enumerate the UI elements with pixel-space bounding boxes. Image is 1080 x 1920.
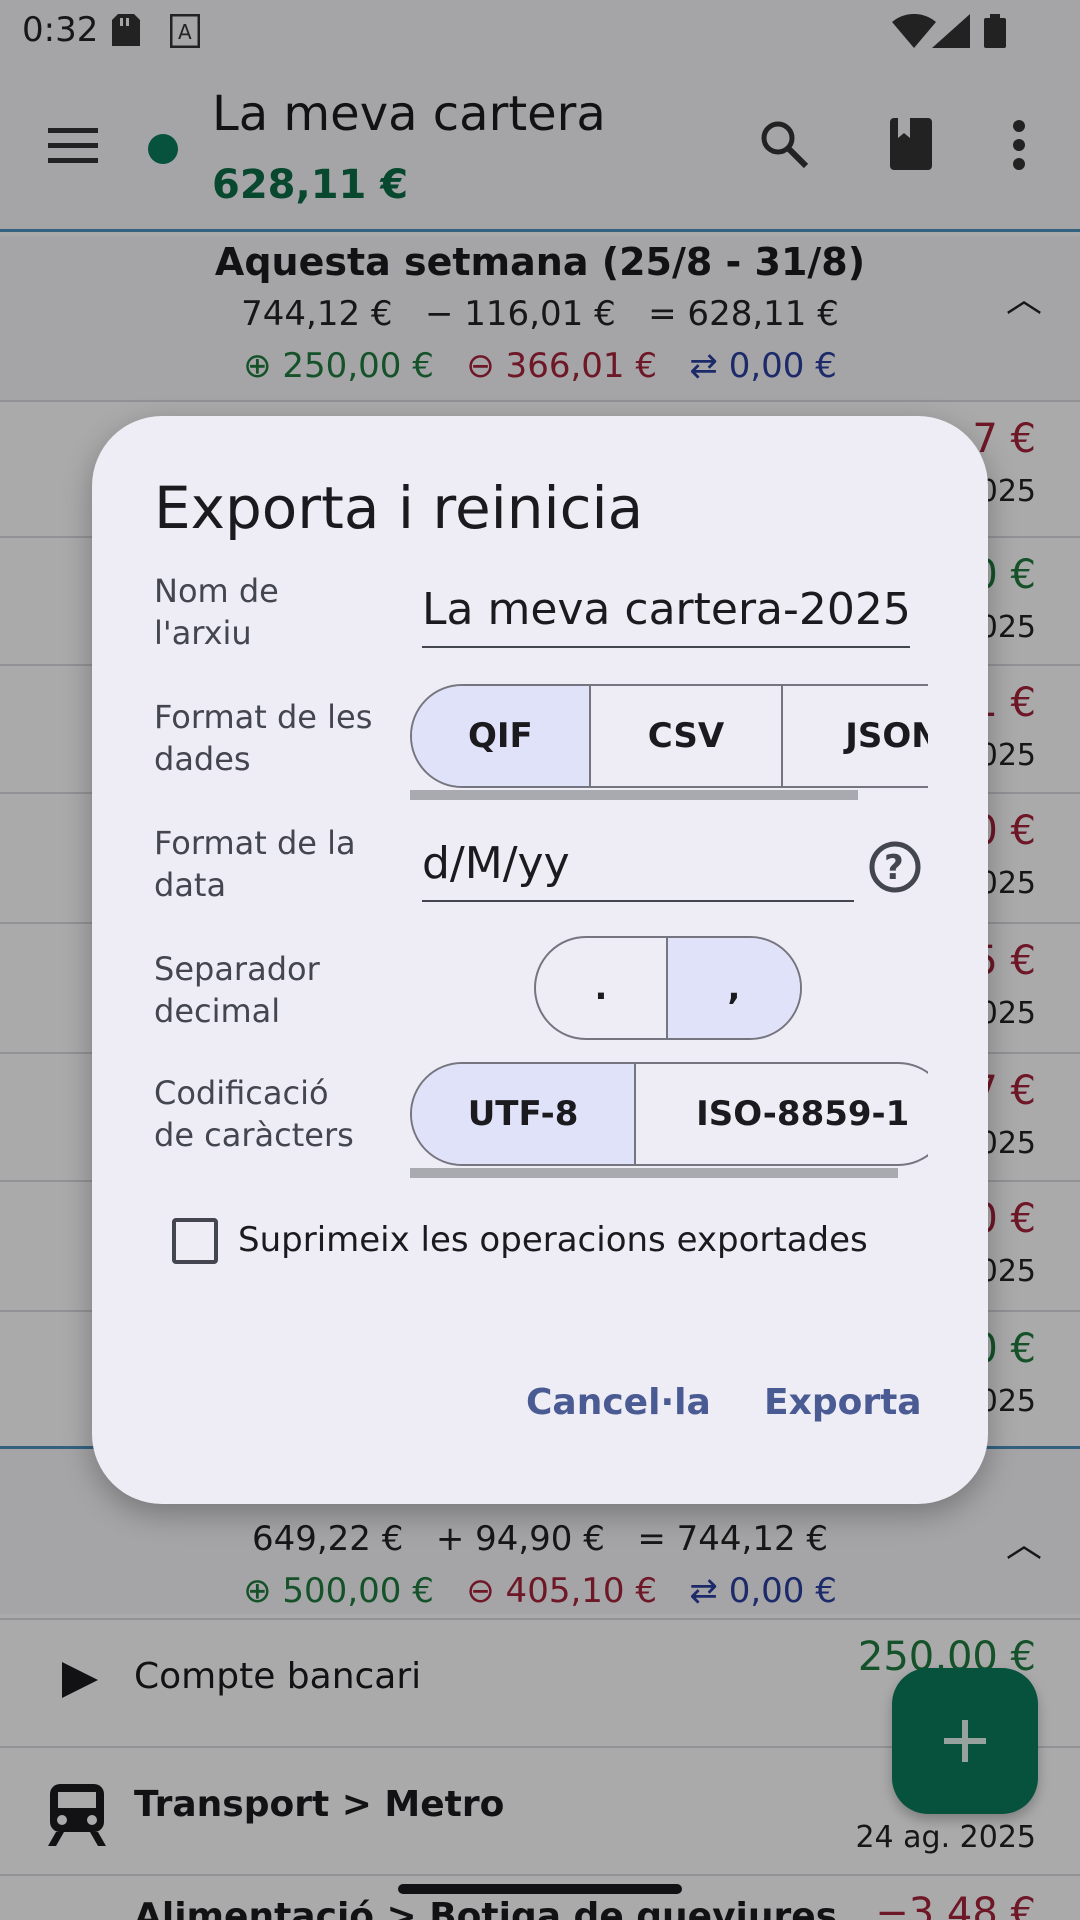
delete-exported-label[interactable]: Suprimeix les operacions exportades [238,1220,868,1260]
encoding-option-iso[interactable]: ISO-8859-1 [636,1064,928,1164]
file-name-input[interactable]: La meva cartera-20250831 [422,576,910,648]
decimal-option-comma[interactable]: , [668,938,800,1038]
svg-text:?: ? [884,848,904,888]
date-format-input[interactable]: d/M/yy [422,830,854,902]
delete-exported-checkbox[interactable] [172,1218,218,1264]
format-option-csv[interactable]: CSV [591,686,784,786]
dialog-title: Exporta i reinicia [154,474,644,542]
data-format-label: Format de les dades [154,698,373,778]
encoding-segmented: UTF-8 ISO-8859-1 [410,1062,928,1166]
decimal-separator-segmented: . , [534,936,802,1040]
export-button[interactable]: Exporta [764,1382,922,1423]
export-reset-dialog: Exporta i reinicia Nom de l'arxiu La mev… [92,416,988,1504]
format-option-qif[interactable]: QIF [412,686,591,786]
cancel-button[interactable]: Cancel·la [526,1382,711,1423]
decimal-option-dot[interactable]: . [536,938,669,1038]
horizontal-scrollbar[interactable] [410,1168,898,1178]
encoding-option-utf8[interactable]: UTF-8 [412,1064,637,1164]
data-format-segmented: QIF CSV JSON [410,684,928,788]
format-option-json[interactable]: JSON [783,686,928,786]
encoding-label: Codificació de caràcters [154,1074,354,1154]
data-format-scroll[interactable]: QIF CSV JSON [410,684,928,800]
horizontal-scrollbar[interactable] [410,790,858,800]
decimal-separator-label: Separador decimal [154,950,320,1030]
help-icon[interactable]: ? [868,840,922,894]
encoding-scroll[interactable]: UTF-8 ISO-8859-1 [410,1062,928,1178]
date-format-label: Format de la data [154,824,356,904]
file-name-label: Nom de l'arxiu [154,572,279,652]
